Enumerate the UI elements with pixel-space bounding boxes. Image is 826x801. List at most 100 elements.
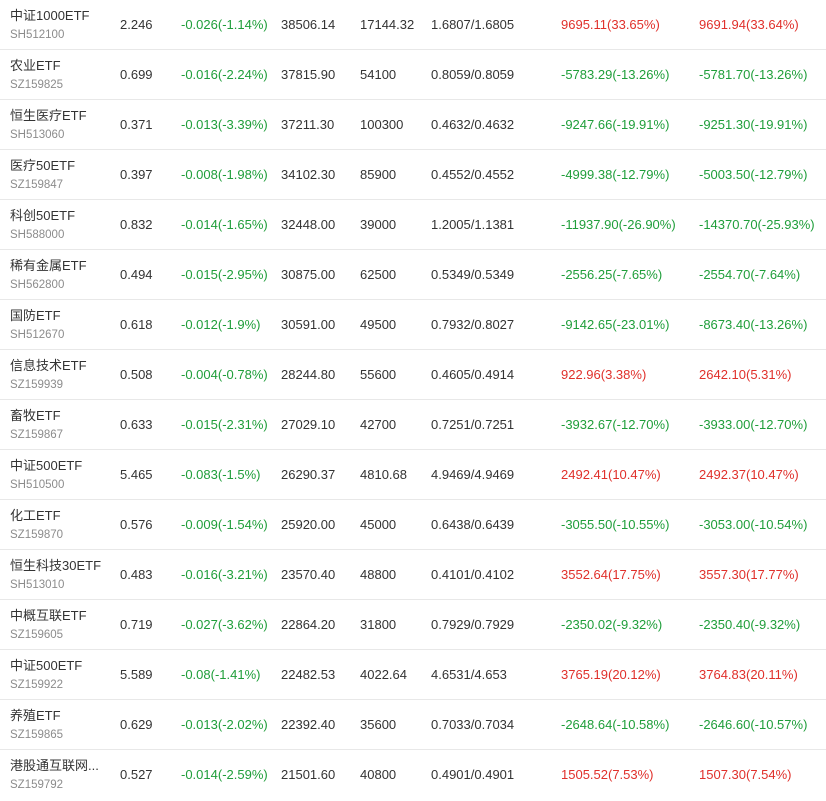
holding-quantity: 40800 [360,767,397,782]
last-price: 0.699 [120,67,153,82]
holding-quantity: 45000 [360,517,397,532]
fund-name-cell[interactable]: 养殖ETF SZ159865 [10,700,110,749]
market-value: 30875.00 [281,267,336,282]
fund-code: SH510500 [10,478,65,491]
table-row[interactable]: 科创50ETF SH588000 0.832 -0.014(-1.65%) 32448.… [0,200,826,250]
fund-name[interactable]: 科创50ETF [10,207,75,225]
holding-quantity: 49500 [360,317,397,332]
fund-code: SH513010 [10,578,65,591]
fund-name-cell[interactable]: 科创50ETF SH588000 [10,200,110,249]
table-row[interactable]: 中概互联ETF SZ159605 0.719 -0.027(-3.62%) 22864.… [0,600,826,650]
fund-code: SZ159825 [10,78,64,91]
fund-name[interactable]: 中证500ETF [10,657,82,675]
last-price: 0.832 [120,217,153,232]
cost-price: 0.7033/0.7034 [431,717,515,732]
profit-loss: 1505.52(7.53%) [561,767,654,782]
fund-code: SZ159939 [10,378,64,391]
price-change: -0.015(-2.31%) [181,417,268,432]
market-value: 21501.60 [281,767,336,782]
fund-name[interactable]: 港股通互联网... [10,757,99,775]
holding-quantity: 42700 [360,417,397,432]
fund-name[interactable]: 医疗50ETF [10,157,75,175]
fund-name-cell[interactable]: 中概互联ETF SZ159605 [10,600,110,649]
fund-name-cell[interactable]: 港股通互联网... SZ159792 [10,750,110,799]
fund-code: SH512100 [10,28,65,41]
table-row[interactable]: 信息技术ETF SZ159939 0.508 -0.004(-0.78%) 28244.… [0,350,826,400]
fund-code: SH588000 [10,228,65,241]
market-value: 30591.00 [281,317,336,332]
fund-name-cell[interactable]: 稀有金属ETF SH562800 [10,250,110,299]
fund-code: SZ159605 [10,628,64,641]
profit-loss: -11937.90(-26.90%) [561,217,676,232]
table-row[interactable]: 港股通互联网... SZ159792 0.527 -0.014(-2.59%) 2150… [0,750,826,799]
holding-quantity: 35600 [360,717,397,732]
fund-name-cell[interactable]: 国防ETF SH512670 [10,300,110,349]
market-value: 32448.00 [281,217,336,232]
fund-name[interactable]: 恒生科技30ETF [10,557,101,575]
price-change: -0.009(-1.54%) [181,517,268,532]
fund-code: SH562800 [10,278,65,291]
fund-name-cell[interactable]: 恒生科技30ETF SH513010 [10,550,110,599]
last-price: 5.589 [120,667,153,682]
profit-loss-adjusted: 3764.83(20.11%) [699,667,798,682]
cost-price: 0.7251/0.7251 [431,417,515,432]
fund-name[interactable]: 畜牧ETF [10,407,61,425]
fund-name-cell[interactable]: 中证1000ETF SH512100 [10,0,110,49]
cost-price: 0.4101/0.4102 [431,567,515,582]
table-row[interactable]: 稀有金属ETF SH562800 0.494 -0.015(-2.95%) 30875.… [0,250,826,300]
cost-price: 0.7929/0.7929 [431,617,515,632]
fund-code: SZ159847 [10,178,64,191]
profit-loss: 9695.11(33.65%) [561,17,660,32]
fund-name[interactable]: 中概互联ETF [10,607,87,625]
fund-name[interactable]: 农业ETF [10,57,61,75]
table-row[interactable]: 中证500ETF SH510500 5.465 -0.083(-1.5%) 26290.… [0,450,826,500]
cost-price: 1.2005/1.1381 [431,217,515,232]
fund-name[interactable]: 稀有金属ETF [10,257,87,275]
fund-name[interactable]: 恒生医疗ETF [10,107,87,125]
profit-loss-adjusted: 3557.30(17.77%) [699,567,799,582]
fund-name[interactable]: 化工ETF [10,507,61,525]
profit-loss-adjusted: 9691.94(33.64%) [699,17,799,32]
table-row[interactable]: 恒生科技30ETF SH513010 0.483 -0.016(-3.21%) 2357… [0,550,826,600]
profit-loss: -5783.29(-13.26%) [561,67,670,82]
table-row[interactable]: 农业ETF SZ159825 0.699 -0.016(-2.24%) 37815.90… [0,50,826,100]
table-row[interactable]: 畜牧ETF SZ159867 0.633 -0.015(-2.31%) 27029.10… [0,400,826,450]
fund-name[interactable]: 国防ETF [10,307,61,325]
last-price: 0.719 [120,617,153,632]
table-row[interactable]: 恒生医疗ETF SH513060 0.371 -0.013(-3.39%) 37211.… [0,100,826,150]
holding-quantity: 31800 [360,617,397,632]
fund-name-cell[interactable]: 畜牧ETF SZ159867 [10,400,110,449]
fund-name-cell[interactable]: 化工ETF SZ159870 [10,500,110,549]
last-price: 0.633 [120,417,153,432]
fund-name[interactable]: 中证500ETF [10,457,82,475]
fund-name-cell[interactable]: 中证500ETF SZ159922 [10,650,110,699]
table-row[interactable]: 中证1000ETF SH512100 2.246 -0.026(-1.14%) 3850… [0,0,826,50]
table-row[interactable]: 医疗50ETF SZ159847 0.397 -0.008(-1.98%) 34102.… [0,150,826,200]
fund-name-cell[interactable]: 医疗50ETF SZ159847 [10,150,110,199]
market-value: 28244.80 [281,367,336,382]
market-value: 25920.00 [281,517,336,532]
profit-loss: -2556.25(-7.65%) [561,267,663,282]
table-row[interactable]: 化工ETF SZ159870 0.576 -0.009(-1.54%) 25920.00… [0,500,826,550]
table-row[interactable]: 养殖ETF SZ159865 0.629 -0.013(-2.02%) 22392.40… [0,700,826,750]
fund-name[interactable]: 信息技术ETF [10,357,87,375]
last-price: 0.494 [120,267,153,282]
cost-price: 4.6531/4.653 [431,667,507,682]
fund-name[interactable]: 养殖ETF [10,707,61,725]
fund-name[interactable]: 中证1000ETF [10,7,89,25]
fund-name-cell[interactable]: 信息技术ETF SZ159939 [10,350,110,399]
last-price: 0.397 [120,167,153,182]
table-row[interactable]: 国防ETF SH512670 0.618 -0.012(-1.9%) 30591.00 4… [0,300,826,350]
fund-code: SZ159867 [10,428,64,441]
etf-holdings-table: 中证1000ETF SH512100 2.246 -0.026(-1.14%) 3850… [0,0,826,799]
price-change: -0.012(-1.9%) [181,317,261,332]
last-price: 0.629 [120,717,153,732]
price-change: -0.026(-1.14%) [181,17,268,32]
holding-quantity: 4022.64 [360,667,407,682]
fund-name-cell[interactable]: 农业ETF SZ159825 [10,50,110,99]
fund-name-cell[interactable]: 中证500ETF SH510500 [10,450,110,499]
holding-quantity: 39000 [360,217,397,232]
price-change: -0.013(-3.39%) [181,117,268,132]
table-row[interactable]: 中证500ETF SZ159922 5.589 -0.08(-1.41%) 22482.… [0,650,826,700]
fund-name-cell[interactable]: 恒生医疗ETF SH513060 [10,100,110,149]
